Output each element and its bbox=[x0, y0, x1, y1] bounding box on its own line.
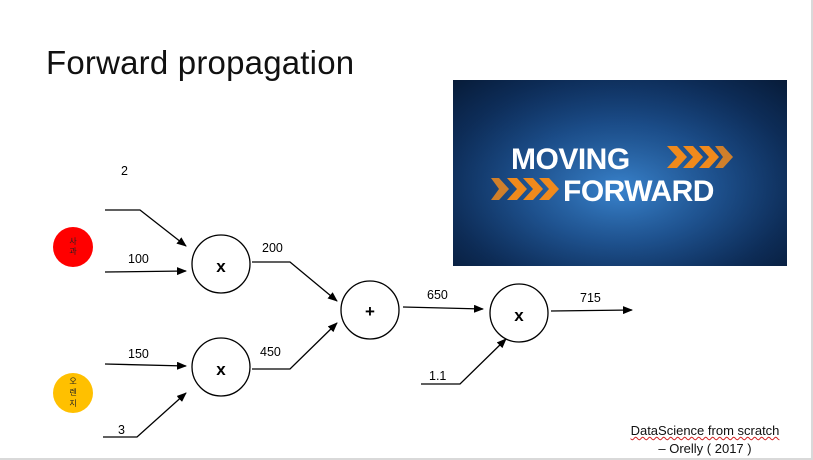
multiply-node-1: x bbox=[191, 234, 251, 294]
apple-label-1: 사 bbox=[69, 237, 77, 246]
multiply-node-3: x bbox=[489, 283, 549, 343]
edge-orange-count bbox=[103, 392, 187, 438]
computation-graph: 사 과 오 렌 지 x x + x 2 100 150 3 200 450 65… bbox=[53, 164, 633, 438]
caption-line-2: – Orelly ( 2017 ) bbox=[620, 440, 790, 458]
value-apple-price: 100 bbox=[128, 252, 149, 266]
apple-input: 사 과 bbox=[53, 227, 93, 267]
multiply-node-2-symbol: x bbox=[216, 360, 226, 379]
caption-line-1-text: DataScience from scratch bbox=[630, 423, 780, 438]
multiply-node-2: x bbox=[191, 337, 251, 397]
multiply-node-3-symbol: x bbox=[514, 306, 524, 325]
add-node: + bbox=[340, 280, 400, 340]
value-orange-total: 450 bbox=[260, 345, 281, 359]
value-tax: 1.1 bbox=[429, 369, 446, 383]
edge-orange-price bbox=[104, 361, 187, 370]
edge-apple-count bbox=[105, 209, 187, 247]
multiply-node-1-symbol: x bbox=[216, 257, 226, 276]
orange-label-1: 오 bbox=[69, 377, 76, 386]
caption-line-1: DataScience from scratch bbox=[620, 422, 790, 440]
caption-line-2-text: – Orelly ( 2017 ) bbox=[658, 441, 752, 456]
value-result: 715 bbox=[580, 291, 601, 305]
add-node-symbol: + bbox=[365, 302, 375, 321]
value-orange-count: 3 bbox=[118, 423, 125, 437]
orange-label-3: 지 bbox=[69, 399, 76, 408]
edge-apple-total bbox=[252, 261, 338, 302]
orange-input: 오 렌 지 bbox=[53, 373, 93, 413]
value-apple-count: 2 bbox=[121, 164, 128, 178]
slide: Forward propagation MOVING FORWARD 사 과 오… bbox=[0, 0, 813, 460]
source-caption: DataScience from scratch – Orelly ( 2017… bbox=[620, 422, 790, 458]
value-orange-price: 150 bbox=[128, 347, 149, 361]
edge-result bbox=[550, 306, 633, 315]
edge-apple-price bbox=[104, 267, 187, 276]
value-apple-total: 200 bbox=[262, 241, 283, 255]
value-sum: 650 bbox=[427, 288, 448, 302]
edge-sum bbox=[402, 304, 484, 313]
apple-label-2: 과 bbox=[69, 247, 77, 256]
orange-label-2: 렌 bbox=[69, 387, 76, 397]
